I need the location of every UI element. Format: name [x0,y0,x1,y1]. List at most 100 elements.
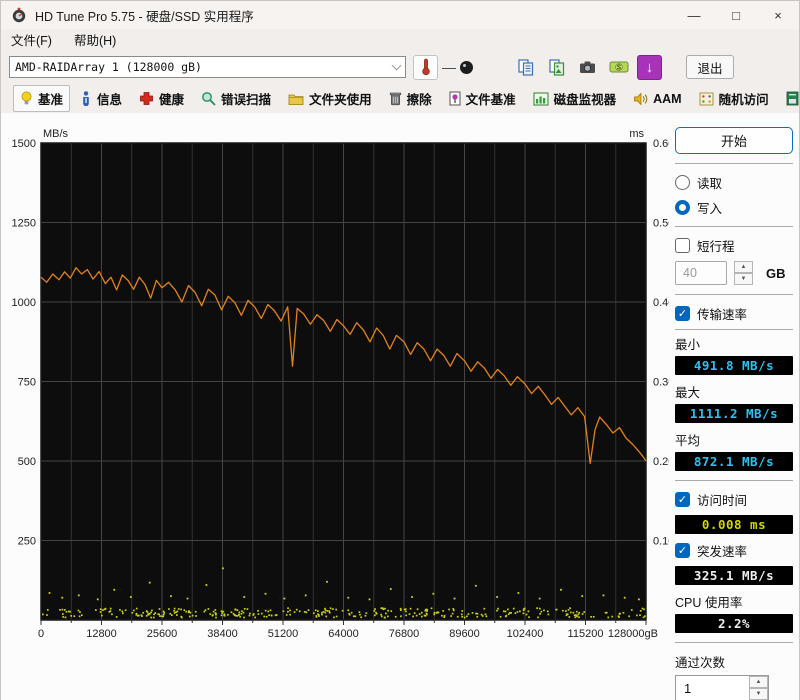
extra-tests-icon [786,91,799,106]
update-button[interactable]: ↓ [637,54,662,80]
capacity-stepper[interactable]: ▲ ▼ [734,261,753,285]
tab-file-benchmark[interactable]: 文件基准 [442,85,523,112]
tab-info[interactable]: 信息 [73,85,129,112]
short-stroke-checkbox[interactable] [675,238,690,253]
window-title: HD Tune Pro 5.75 - 硬盘/SSD 实用程序 [35,9,254,24]
svg-text:1000: 1000 [12,297,36,309]
tab-health[interactable]: 健康 [132,85,191,112]
lightbulb-icon [21,91,32,105]
transfer-rate-row[interactable]: ✓ 传输速率 [675,304,793,323]
tab-aam[interactable]: AAM [626,88,688,110]
read-radio[interactable] [675,175,690,190]
toolbar: AMD-RAIDArray 1 (128000 gB) — $ ↓ 退出 [1,50,799,84]
access-time-row[interactable]: ✓ 访问时间 [675,490,793,509]
copy-image-button[interactable] [544,55,569,80]
maximize-button[interactable]: □ [715,1,757,29]
disk-monitor-icon [533,92,549,105]
tab-extra-tests[interactable]: 额外测试 [779,85,800,112]
svg-text:12800: 12800 [86,628,117,640]
divider [675,294,793,295]
tab-random-access-label: 随机访问 [718,93,769,107]
exit-button[interactable]: 退出 [686,55,734,79]
check-icon: ✓ [677,308,688,320]
write-radio-row[interactable]: 写入 [675,198,793,217]
cpu-usage-label: CPU 使用率 [675,596,743,610]
folder-icon [288,94,304,105]
pass-count-spinbox[interactable]: 1 ▲ ▼ [675,675,769,700]
menu-file[interactable]: 文件(F) [11,30,52,49]
svg-text:64000: 64000 [328,628,359,640]
pass-count-stepper[interactable]: ▲ ▼ [749,676,768,700]
tab-error-scan[interactable]: 错误扫描 [194,85,278,112]
download-arrow-icon: ↓ [645,58,654,76]
svg-text:1500: 1500 [12,138,36,150]
divider [675,642,793,643]
svg-text:250: 250 [18,536,36,548]
tab-benchmark-label: 基准 [38,93,64,107]
maximize-icon: □ [732,7,740,23]
close-icon: × [774,7,782,23]
write-radio[interactable] [675,200,690,215]
minimize-button[interactable]: — [673,1,715,29]
tab-erase-label: 擦除 [406,93,432,107]
start-button[interactable]: 开始 [675,127,793,154]
thermometer-icon [421,58,430,76]
titlebar: HD Tune Pro 5.75 - 硬盘/SSD 实用程序 — □ × [1,1,799,29]
svg-text:0.50: 0.50 [653,218,669,230]
tab-erase[interactable]: 擦除 [382,85,439,112]
divider [675,226,793,227]
transfer-rate-checkbox[interactable]: ✓ [675,306,690,321]
money-icon: $ [609,61,628,73]
screenshot-button[interactable] [575,55,600,80]
svg-text:0: 0 [38,628,44,640]
random-access-icon [699,92,714,105]
tab-info-label: 信息 [97,93,123,107]
svg-text:115200: 115200 [568,628,604,640]
copy-image-icon [548,59,564,76]
copy-icon [517,59,533,76]
tab-folder-usage[interactable]: 文件夹使用 [281,85,379,112]
minimize-icon: — [687,7,701,23]
stepper-down-icon[interactable]: ▼ [749,688,768,700]
temperature-button[interactable] [413,54,438,80]
magnifier-icon [202,92,216,106]
burst-rate-row[interactable]: ✓ 突发速率 [675,541,793,560]
svg-text:MB/s: MB/s [43,128,69,140]
stepper-down-icon[interactable]: ▼ [734,273,753,285]
access-time-checkbox[interactable]: ✓ [675,492,690,507]
burst-rate-checkbox[interactable]: ✓ [675,543,690,558]
max-label: 最大 [675,386,701,400]
svg-text:0.30: 0.30 [653,377,669,389]
svg-text:128000gB: 128000gB [608,628,658,640]
pass-count-value: 1 [684,680,692,696]
capacity-input[interactable]: 40 [675,261,727,285]
svg-text:0.40: 0.40 [653,297,669,309]
drive-select[interactable]: AMD-RAIDArray 1 (128000 gB) [9,56,406,78]
access-time-label: 访问时间 [697,494,748,508]
read-radio-label: 读取 [697,177,723,191]
access-time-display: 0.008 ms [675,515,793,534]
min-label: 最小 [675,338,701,352]
svg-text:1250: 1250 [12,218,36,230]
copy-text-button[interactable] [513,55,538,80]
tab-benchmark[interactable]: 基准 [13,85,71,112]
svg-text:0.60: 0.60 [653,138,669,150]
tab-random-access[interactable]: 随机访问 [692,85,776,112]
camera-icon [580,61,595,73]
stepper-up-icon[interactable]: ▲ [734,261,753,273]
stepper-up-icon[interactable]: ▲ [749,676,768,688]
capacity-unit-label: GB [766,265,786,281]
menu-help[interactable]: 帮助(H) [74,30,116,49]
read-radio-row[interactable]: 读取 [675,173,793,192]
buy-button[interactable]: $ [606,55,631,80]
benchmark-chart-svg: MB/s ms 1500 1250 1000 750 500 250 0.60 0.50 0.40 0… [12,128,675,640]
avg-value-display: 872.1 MB/s [675,452,793,471]
divider [675,329,793,330]
short-stroke-row[interactable]: 短行程 [675,236,793,255]
tab-aam-label: AAM [653,91,682,106]
avg-label: 平均 [675,434,701,448]
info-icon [83,91,89,106]
close-button[interactable]: × [757,1,799,29]
tab-disk-monitor[interactable]: 磁盘监视器 [526,85,624,112]
svg-text:750: 750 [18,377,36,389]
